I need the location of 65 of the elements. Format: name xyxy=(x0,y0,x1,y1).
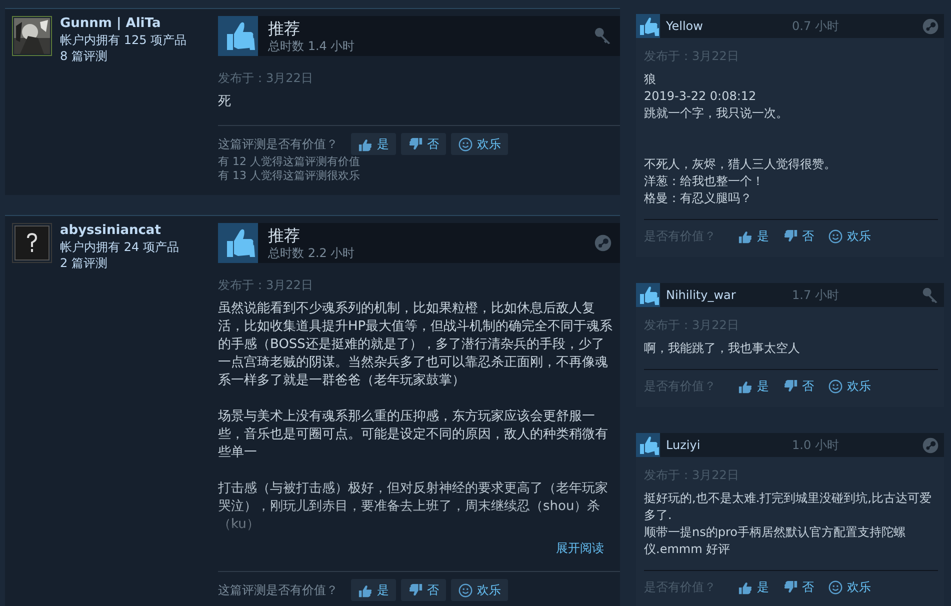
smiley-icon xyxy=(828,580,843,594)
author-name[interactable]: Nihility_war xyxy=(666,288,786,302)
review-count[interactable]: 2 篇评测 xyxy=(60,255,179,271)
thumbs-down-icon xyxy=(408,136,423,152)
review-count[interactable]: 8 篇评测 xyxy=(60,48,187,64)
avatar[interactable] xyxy=(12,223,52,263)
playtime: 0.7 小时 xyxy=(792,18,840,34)
review-text: 死 xyxy=(218,93,232,111)
thumbs-down-icon xyxy=(783,228,798,244)
steam-logo-icon xyxy=(922,18,939,34)
smiley-icon xyxy=(828,378,843,394)
smiley-icon xyxy=(828,228,843,244)
funny-button[interactable]: 欢乐 xyxy=(451,579,508,601)
product-count[interactable]: 帐户内拥有 24 项产品 xyxy=(60,239,179,255)
verdict-title: 推荐 xyxy=(268,19,301,39)
posted-date: 发布于：3月22日 xyxy=(218,277,314,294)
smiley-icon xyxy=(458,582,473,598)
review-text: 跳就一个字，我只说一次。 xyxy=(644,105,789,122)
playtime: 总时数 1.4 小时 xyxy=(268,39,356,53)
key-icon xyxy=(922,286,939,304)
review-text: 狼 xyxy=(644,71,657,88)
funny-button[interactable]: 欢乐 xyxy=(451,133,508,155)
playtime: 1.7 小时 xyxy=(792,286,840,304)
no-button[interactable]: 否 xyxy=(401,579,446,601)
no-button[interactable]: 否 xyxy=(401,133,446,155)
review-text: 挺好玩的,也不是太难.打完到城里没碰到坑,比古达可爱多了. xyxy=(644,490,932,524)
thumbs-up-icon xyxy=(738,378,753,394)
key-icon xyxy=(594,27,612,45)
author-name[interactable]: abyssiniancat xyxy=(60,223,179,239)
author-name[interactable]: Luziyi xyxy=(666,438,786,452)
thumbs-down-icon xyxy=(783,378,798,394)
helpful-prompt: 这篇评测是否有价值？ xyxy=(218,136,338,152)
steam-logo-icon xyxy=(922,436,939,454)
review-text: 啊，我能跳了，我也事太空人 xyxy=(644,340,801,357)
review-text: 2019-3-22 0:08:12 xyxy=(644,88,758,105)
vote-stat: 有 12 人觉得这篇评测有价值 xyxy=(218,155,361,169)
yes-button[interactable]: 是 xyxy=(351,133,396,155)
playtime: 1.0 小时 xyxy=(792,436,840,454)
read-more-link[interactable]: 展开阅读 xyxy=(556,540,604,557)
avatar[interactable] xyxy=(12,16,52,56)
vote-stat: 有 13 人觉得这篇评测很欢乐 xyxy=(218,169,361,183)
thumbs-up-icon xyxy=(738,580,753,594)
review-text: 不死人，灰烬，猎人三人觉得很赞。 xyxy=(644,156,837,173)
helpful-prompt: 这篇评测是否有价值？ xyxy=(218,582,338,598)
playtime: 总时数 2.2 小时 xyxy=(268,246,356,260)
review-text: 洋葱：给我也整一个！ xyxy=(644,173,765,190)
smiley-icon xyxy=(458,136,473,152)
verdict-title: 推荐 xyxy=(268,226,301,246)
review-text: 顺带一提ns的pro手柄居然默认官方配置支持陀螺仪.emmm 好评 xyxy=(644,524,906,558)
steam-logo-icon xyxy=(594,234,612,252)
thumbs-down-icon xyxy=(783,580,798,594)
review-text: 格曼：有忍义腿吗？ xyxy=(644,190,753,207)
author-name[interactable]: Gunnm | AliTa xyxy=(60,16,187,32)
thumbs-up-icon xyxy=(738,228,753,244)
thumbs-up-icon xyxy=(358,582,373,598)
thumbs-down-icon xyxy=(408,582,423,598)
thumbs-up-icon xyxy=(358,136,373,152)
product-count[interactable]: 帐户内拥有 125 项产品 xyxy=(60,32,187,48)
yes-button[interactable]: 是 xyxy=(351,579,396,601)
author-name[interactable]: Yellow xyxy=(666,19,786,33)
question-mark-icon xyxy=(14,225,50,261)
review-text: 场景与美术上没有魂系那么重的压抑感，东方玩家应该会更舒服一些，音乐也是可圈可点。可能是设定不同的原因，敌人的种类稍微有些单一 xyxy=(218,408,609,462)
posted-date: 发布于：3月22日 xyxy=(218,70,314,87)
review-text: 虽然说能看到不少魂系列的机制，比如果粒橙，比如休息后敌人复活，比如收集道具提升HP最大值等，但战斗机制的确完全不同于魂系的手感（BOSS还是挺难的就是了），多了潜行清杂兵的手段，少了一点宫琦老贼的阴谋。当然杂兵多了也可以靠忍杀正面刚，不再像魂系一样多了就是一群爸爸（老年玩家鼓掌） xyxy=(218,300,614,390)
review-text: 打击感（与被打击感）极好，但对反射神经的要求更高了（老年玩家哭泣），刚玩儿到赤目，要准备去上班了，周末继续忍（shou）杀（ku） xyxy=(218,480,609,534)
